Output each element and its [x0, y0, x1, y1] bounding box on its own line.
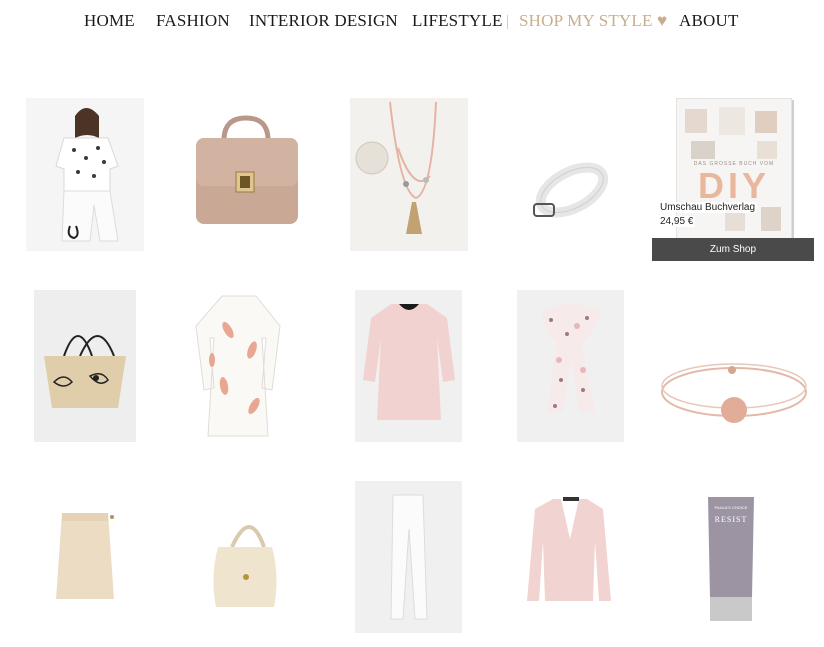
- floral-white-shirt-dress-icon: [188, 290, 290, 442]
- product-white-trousers[interactable]: [355, 481, 462, 633]
- pink-blazer-icon: [517, 481, 624, 633]
- nude-leather-handbag-icon: [188, 98, 306, 251]
- product-straw-basket-bag[interactable]: [34, 290, 136, 442]
- product-floral-white-shirt-dress[interactable]: [188, 290, 290, 442]
- product-beige-pencil-skirt[interactable]: [26, 481, 144, 634]
- book-title: DIY: [697, 165, 770, 206]
- product-cream-hobo-bag[interactable]: [188, 481, 306, 634]
- product-floral-scarf[interactable]: [517, 290, 624, 442]
- nav-divider: [507, 15, 508, 29]
- product-white-belt[interactable]: [512, 98, 630, 251]
- product-pink-blazer[interactable]: [517, 481, 624, 633]
- beige-pencil-skirt-icon: [26, 481, 144, 634]
- product-white-blouse-with-print[interactable]: [26, 98, 144, 251]
- cream-hobo-bag-icon: [188, 481, 306, 634]
- nav-about[interactable]: ABOUT: [679, 11, 739, 31]
- tassel-necklace-icon: [350, 98, 468, 251]
- nav-home[interactable]: HOME: [84, 11, 135, 31]
- product-body-lotion-tube[interactable]: PAULA'S CHOICE RESIST: [678, 481, 785, 633]
- floral-scarf-icon: [517, 290, 624, 442]
- nav-fashion[interactable]: FASHION: [156, 11, 230, 31]
- zum-shop-button[interactable]: Zum Shop: [652, 238, 814, 261]
- nav-lifestyle[interactable]: LIFESTYLE: [412, 11, 503, 31]
- book-price: 24,95 €: [658, 216, 696, 227]
- book-publisher: Umschau Buchverlag: [658, 202, 758, 213]
- straw-basket-bag-icon: [34, 290, 136, 442]
- product-tassel-necklace[interactable]: [350, 98, 468, 251]
- white-blouse-with-print-icon: [26, 98, 144, 251]
- nav-shop-my-style[interactable]: SHOP MY STYLE ♥: [519, 11, 667, 31]
- rose-gold-bracelet-icon: [652, 290, 814, 442]
- product-nude-leather-handbag[interactable]: [188, 98, 306, 251]
- product-rose-gold-bracelet[interactable]: [652, 290, 814, 442]
- pink-coat-icon: [355, 290, 462, 442]
- lotion-name: RESIST: [714, 515, 748, 524]
- book-advertisement: DAS GROSSE BUCH VOM DIY Umschau Buchverl…: [652, 98, 814, 261]
- lotion-brand: PAULA'S CHOICE: [714, 505, 748, 510]
- main-navigation: HOME FASHION INTERIOR DESIGN LIFESTYLE S…: [0, 0, 824, 44]
- white-belt-icon: [512, 98, 630, 251]
- nav-interior-design[interactable]: INTERIOR DESIGN: [249, 11, 398, 31]
- body-lotion-tube-icon: [678, 481, 785, 633]
- white-trousers-icon: [355, 481, 462, 633]
- product-pink-coat[interactable]: [355, 290, 462, 442]
